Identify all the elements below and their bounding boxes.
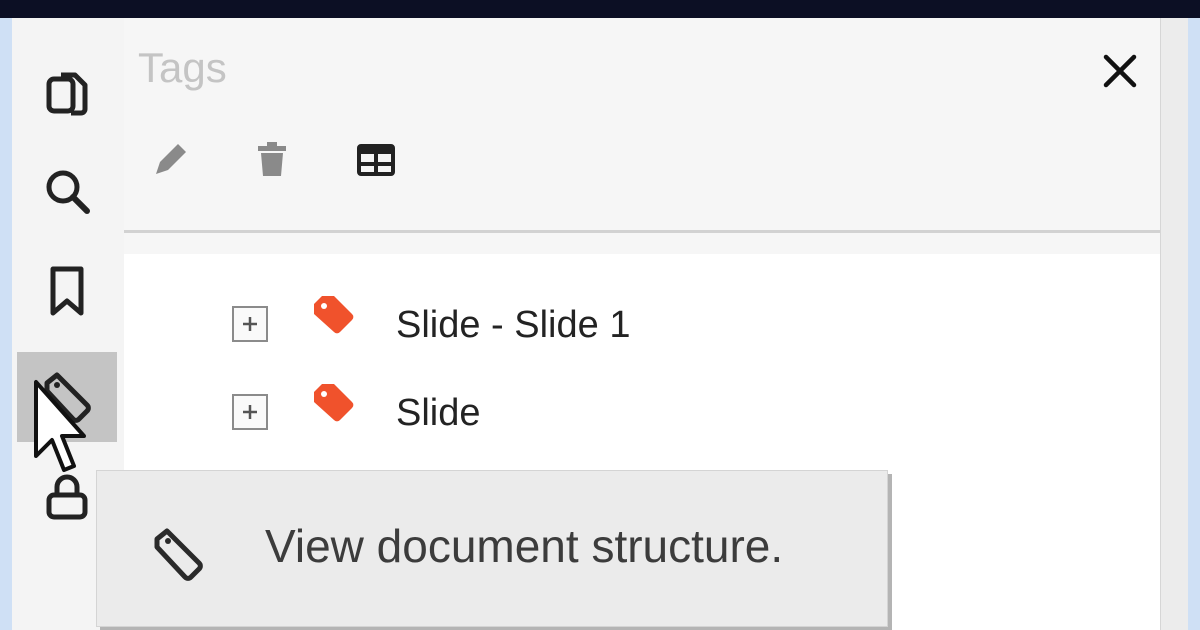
window-frame-right	[1188, 18, 1200, 630]
tag-icon	[314, 296, 354, 334]
tooltip-text: View document structure.	[265, 520, 784, 572]
panel-title: Tags	[138, 44, 227, 91]
tag-icon	[154, 528, 203, 581]
trash-icon	[258, 142, 286, 176]
tree-item-label: Slide - Slide 1	[396, 304, 631, 346]
expand-button[interactable]	[232, 394, 268, 430]
pencil-icon	[156, 144, 186, 174]
tag-icon	[44, 372, 91, 423]
tree-item[interactable]: Slide - Slide 1	[124, 284, 1160, 364]
tree-item-label: Slide	[396, 392, 481, 434]
expand-button[interactable]	[232, 306, 268, 342]
pages-icon	[46, 72, 88, 116]
search-icon	[46, 170, 90, 214]
toolbar-divider	[124, 230, 1160, 233]
right-scroll-strip[interactable]	[1160, 18, 1189, 630]
window-frame-left	[0, 18, 12, 630]
delete-tag-button[interactable]	[242, 130, 302, 190]
tooltip: View document structure.	[96, 470, 888, 627]
rail-pages-button[interactable]	[17, 50, 117, 140]
rail-tags-button[interactable]	[17, 352, 117, 442]
tag-icon	[314, 384, 354, 422]
plus-icon	[243, 405, 257, 419]
plus-icon	[243, 317, 257, 331]
close-icon	[1103, 54, 1137, 88]
table-icon	[357, 144, 395, 176]
lock-icon	[46, 474, 88, 520]
window-top-bar	[0, 0, 1200, 18]
rail-search-button[interactable]	[17, 146, 117, 236]
tree-item[interactable]: Slide	[124, 372, 1160, 452]
close-button[interactable]	[1090, 46, 1150, 96]
edit-tag-button[interactable]	[140, 130, 200, 190]
rail-bookmark-button[interactable]	[17, 246, 117, 336]
table-button[interactable]	[346, 130, 406, 190]
bookmark-icon	[50, 266, 84, 316]
